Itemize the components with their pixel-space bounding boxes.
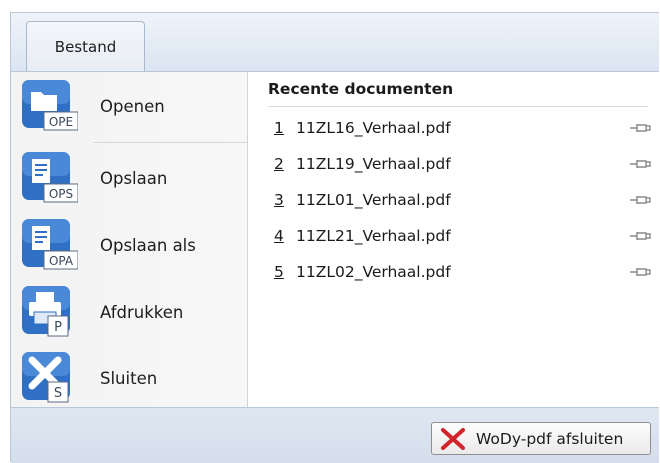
recent-document-name: 11ZL02_Verhaal.pdf [296, 263, 451, 281]
close-label: Sluiten [100, 368, 158, 388]
save-badge: OPS [49, 187, 73, 201]
close-x-icon [441, 427, 465, 450]
print-badge: P [54, 320, 62, 335]
open-label: Openen [100, 96, 165, 116]
pin-icon[interactable] [628, 157, 652, 171]
save-as-document-icon: OPA [22, 219, 78, 270]
recent-documents-title: Recente documenten [268, 80, 454, 98]
close-button[interactable]: S Sluiten [11, 346, 247, 410]
save-as-button[interactable]: OPA Opslaan als [11, 213, 247, 277]
save-document-icon: OPS [22, 152, 78, 203]
recent-document-name: 11ZL01_Verhaal.pdf [296, 191, 451, 209]
recent-document-name: 11ZL16_Verhaal.pdf [296, 119, 451, 137]
pin-icon[interactable] [628, 265, 652, 279]
open-badge: OPE [49, 115, 73, 129]
backstage-window: Bestand OPE Openen OPS Opslaan OPA Opsla… [10, 12, 659, 463]
pin-icon[interactable] [628, 229, 652, 243]
tab-strip: Bestand [11, 13, 659, 71]
save-as-label: Opslaan als [100, 235, 196, 255]
recent-document-number: 2 [274, 155, 284, 173]
recent-document-number: 5 [274, 263, 284, 281]
recent-document-item[interactable]: 4 11ZL21_Verhaal.pdf [268, 223, 652, 249]
recent-document-item[interactable]: 2 11ZL19_Verhaal.pdf [268, 151, 652, 177]
open-button[interactable]: OPE Openen [11, 74, 247, 138]
recent-document-name: 11ZL21_Verhaal.pdf [296, 227, 451, 245]
print-button[interactable]: P Afdrukken [11, 280, 247, 344]
recent-document-number: 1 [274, 119, 284, 137]
tab-bestand[interactable]: Bestand [26, 21, 145, 71]
divider [268, 106, 648, 107]
recent-documents-panel: Recente documenten 1 11ZL16_Verhaal.pdf … [248, 72, 659, 408]
pin-icon[interactable] [628, 121, 652, 135]
recent-document-name: 11ZL19_Verhaal.pdf [296, 155, 451, 173]
save-button[interactable]: OPS Opslaan [11, 146, 247, 210]
print-label: Afdrukken [100, 302, 184, 322]
close-document-icon: S [22, 352, 70, 403]
command-list: OPE Openen OPS Opslaan OPA Opslaan als P… [11, 72, 248, 408]
pin-icon[interactable] [628, 193, 652, 207]
separator [93, 142, 247, 143]
recent-document-item[interactable]: 1 11ZL16_Verhaal.pdf [268, 115, 652, 141]
recent-document-number: 3 [274, 191, 284, 209]
recent-document-item[interactable]: 5 11ZL02_Verhaal.pdf [268, 259, 652, 285]
recent-document-number: 4 [274, 227, 284, 245]
backstage-panel: OPE Openen OPS Opslaan OPA Opslaan als P… [11, 71, 659, 408]
save-label: Opslaan [100, 168, 168, 188]
save-as-badge: OPA [49, 254, 74, 268]
close-badge: S [54, 386, 62, 401]
footer-bar: WoDy-pdf afsluiten [11, 407, 659, 463]
exit-app-label: WoDy-pdf afsluiten [476, 429, 624, 448]
recent-document-item[interactable]: 3 11ZL01_Verhaal.pdf [268, 187, 652, 213]
exit-app-button[interactable]: WoDy-pdf afsluiten [431, 422, 651, 455]
folder-open-icon: OPE [22, 80, 78, 131]
printer-icon: P [22, 286, 70, 337]
